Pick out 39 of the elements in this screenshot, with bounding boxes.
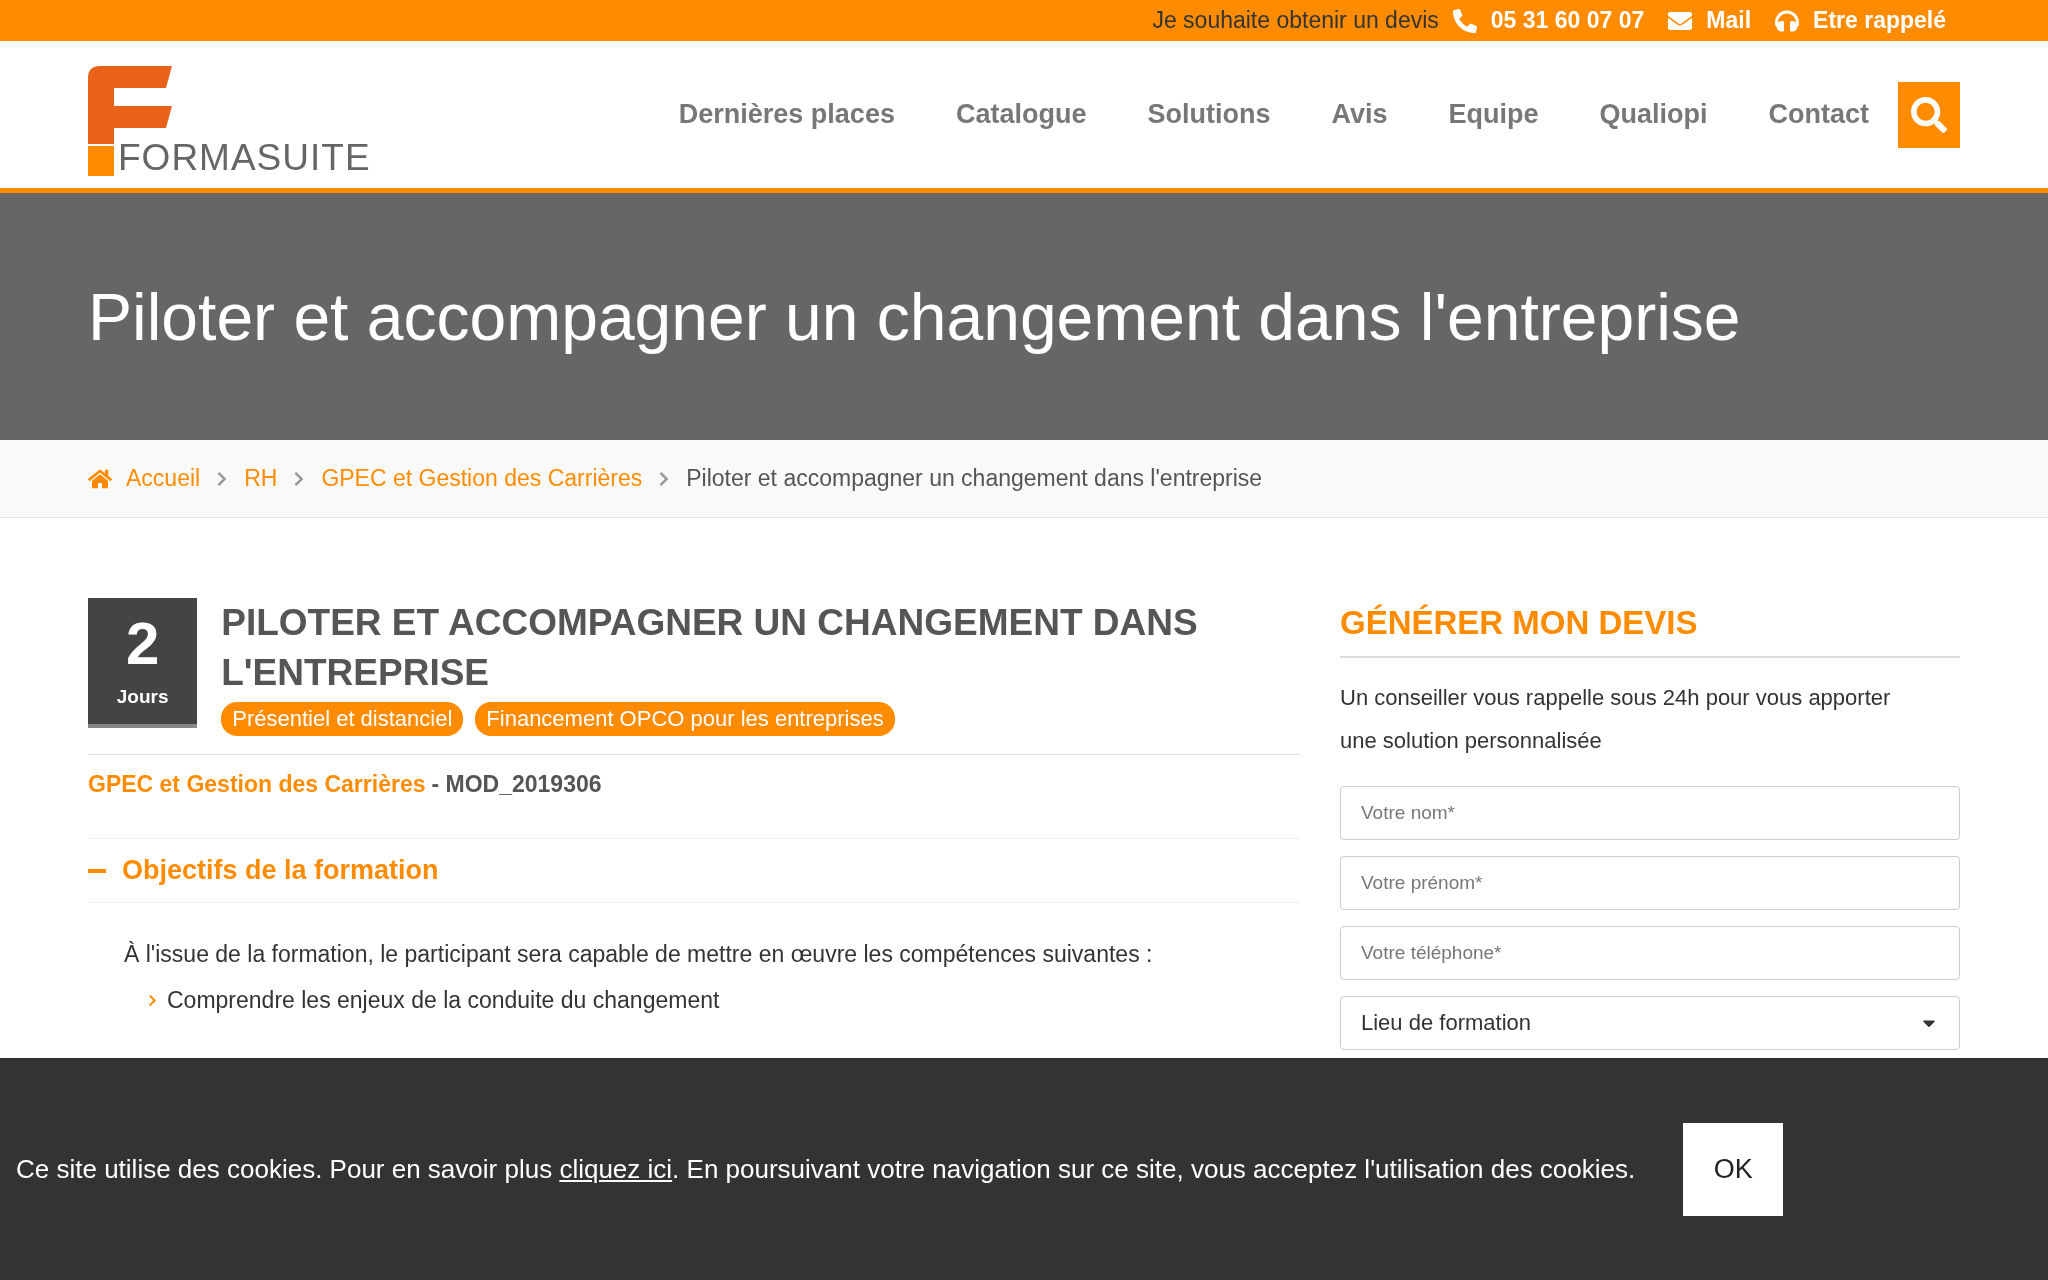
form-title: GÉNÉRER MON DEVIS [1340, 598, 1960, 658]
course-title: PILOTER ET ACCOMPAGNER UN CHANGEMENT DANS L'ENTREPRISE [221, 601, 1199, 695]
current-page-text: Piloter et accompagner un changement dans l'entreprise [686, 465, 1263, 492]
search-button[interactable] [1898, 81, 1960, 148]
course-tag: Présentiel et distanciel [221, 702, 464, 736]
nav-link[interactable]: Avis [1331, 99, 1388, 130]
nav-link[interactable]: Equipe [1448, 99, 1539, 130]
cookie-link[interactable]: cliquez ici [559, 1153, 673, 1184]
form-description: Un conseiller vous rappelle sous 24h pour vous apporter une solution personnalisée [1340, 684, 1892, 755]
input-field[interactable]: Votre téléphone* [1340, 926, 1960, 980]
cookie-text: Ce site utilise des cookies. Pour en savoir plus cliquez ici. En poursuivant votre navigation sur ce site, vous acceptez l'utilisation des cookies. [16, 1153, 1636, 1185]
nav-link[interactable]: Qualiopi [1599, 99, 1708, 130]
nav-link[interactable]: Solutions [1147, 99, 1271, 130]
mail-link[interactable]: Mail [1706, 7, 1752, 34]
duration-unit: Jours [116, 686, 169, 708]
select-field[interactable]: Lieu de formation [1340, 996, 1960, 1050]
minus-icon[interactable] [88, 868, 106, 873]
course-code: - MOD_2019306 [431, 771, 602, 798]
quote-request-text: Je souhaite obtenir un devis [1152, 7, 1439, 34]
category-link[interactable]: GPEC et Gestion des Carrières [88, 771, 426, 798]
section-title[interactable]: Objectifs de la formation [122, 855, 439, 886]
headset-icon [1775, 8, 1800, 33]
input-field[interactable]: Votre prénom* [1340, 856, 1960, 910]
page-title: Piloter et accompagner un changement dans l'entreprise [88, 278, 1741, 355]
nav-link[interactable]: Dernières places [678, 99, 895, 130]
logo-text[interactable]: FORMASUITE [118, 138, 371, 176]
ok-button[interactable]: OK [1683, 1122, 1784, 1216]
objective-item: Comprendre les enjeux de la conduite du changement [167, 987, 720, 1014]
phone-link[interactable]: 05 31 60 07 07 [1490, 7, 1645, 34]
phone-icon [1452, 8, 1477, 33]
duration-number: 2 [125, 614, 160, 674]
callback-link[interactable]: Etre rappelé [1813, 7, 1946, 34]
nav-link[interactable]: Contact [1768, 99, 1869, 130]
course-tag: Financement OPCO pour les entreprises [475, 702, 895, 736]
section-intro: À l'issue de la formation, le participant sera capable de mettre en œuvre les compétences suivantes : [124, 940, 1154, 969]
input-field[interactable]: Votre nom* [1340, 786, 1960, 840]
nav-link[interactable]: Catalogue [955, 99, 1087, 130]
chevron-icon [146, 994, 159, 1007]
search-icon [1911, 96, 1947, 133]
